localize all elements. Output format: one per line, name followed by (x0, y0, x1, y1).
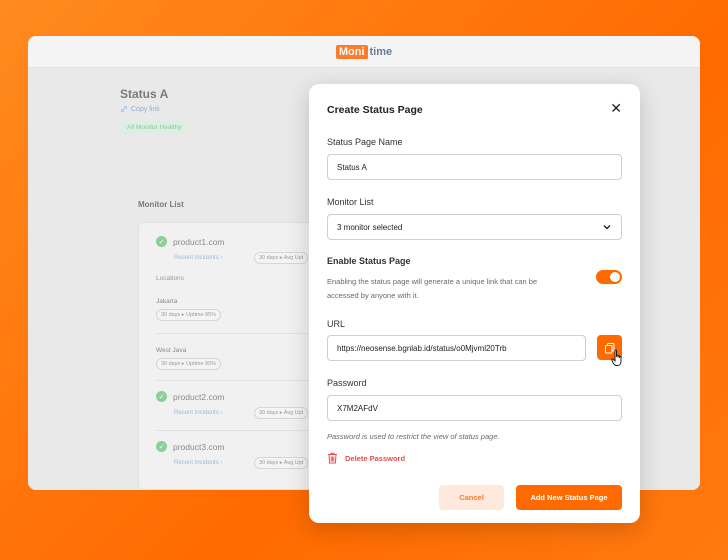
monitor-name: product2.com (173, 391, 225, 402)
recent-incidents-link[interactable]: Recent Incidents › (174, 255, 222, 261)
range-pill[interactable]: 30 days ▸ Avg Upt (254, 457, 309, 469)
link-icon (121, 106, 127, 112)
range-pill[interactable]: 30 days ▸ Avg Upt (254, 252, 309, 264)
list-item[interactable]: ✓ product1.com (156, 236, 225, 247)
monitor-list-label: Monitor List (327, 197, 374, 207)
uptime-pill: 30 days ▸ Uptime 95% (156, 358, 222, 370)
range-pill[interactable]: 30 days ▸ Avg Upt (254, 407, 309, 419)
create-status-page-modal: Create Status Page ✕ Status Page Name St… (309, 84, 640, 523)
trash-icon (328, 452, 337, 464)
delete-password-button[interactable]: Delete Password (327, 452, 405, 464)
modal-title: Create Status Page (327, 104, 423, 116)
enable-status-page-description: Enabling the status page will generate a… (327, 277, 538, 300)
divider (156, 380, 316, 381)
monitor-list-title: Monitor List (138, 200, 184, 209)
location-name: West Java (156, 347, 187, 354)
divider (156, 430, 316, 431)
status-page-name-label: Status Page Name (327, 137, 403, 147)
url-label: URL (327, 319, 346, 329)
toggle-knob (610, 272, 620, 282)
add-new-status-page-button[interactable]: Add New Status Page (516, 485, 622, 510)
close-icon[interactable]: ✕ (610, 101, 622, 115)
check-circle-icon: ✓ (156, 391, 167, 402)
monitor-list-value: 3 monitor selected (337, 222, 403, 232)
monitor-name: product1.com (173, 236, 225, 247)
check-circle-icon: ✓ (156, 441, 167, 452)
copy-link-label: Copy link (131, 105, 160, 113)
status-page-name-input[interactable]: Status A (327, 154, 622, 180)
list-item[interactable]: ✓ product3.com (156, 441, 225, 452)
cancel-button[interactable]: Cancel (439, 485, 504, 510)
uptime-pill: 30 days ▸ Uptime 95% (156, 309, 222, 321)
enable-status-page-label: Enable Status Page (327, 256, 411, 266)
app-topbar: Moni time (28, 36, 700, 68)
divider (156, 333, 316, 334)
healthy-badge: All Monitor Healthy (122, 121, 187, 134)
delete-password-label: Delete Password (345, 453, 406, 463)
location-name: Jakarta (156, 298, 178, 305)
logo-part-1: Moni (335, 44, 368, 59)
list-item[interactable]: ✓ product2.com (156, 391, 225, 402)
monitor-name: product3.com (173, 441, 225, 452)
hand-cursor-icon (611, 349, 622, 366)
logo-part-2: time (369, 45, 393, 58)
enable-status-page-toggle[interactable] (596, 270, 622, 284)
url-field[interactable]: https://neosense.bgnlab.id/status/o0Mjvm… (327, 335, 586, 361)
password-field[interactable]: X7M2AFdV (327, 395, 622, 421)
locations-label: Locations (156, 275, 184, 282)
recent-incidents-link[interactable]: Recent Incidents › (174, 410, 222, 416)
monitor-list-card: ✓ product1.com Recent Incidents › 30 day… (138, 222, 338, 490)
monitime-logo: Moni time (335, 44, 393, 59)
recent-incidents-link[interactable]: Recent Incidents › (174, 460, 222, 466)
monitor-list-select[interactable]: 3 monitor selected (327, 214, 622, 240)
password-label: Password (327, 378, 367, 388)
password-helper-text: Password is used to restrict the view of… (327, 432, 500, 441)
status-page-title: Status A (120, 87, 169, 101)
chevron-down-icon (603, 225, 611, 230)
copy-link[interactable]: Copy link (120, 105, 160, 113)
check-circle-icon: ✓ (156, 236, 167, 247)
